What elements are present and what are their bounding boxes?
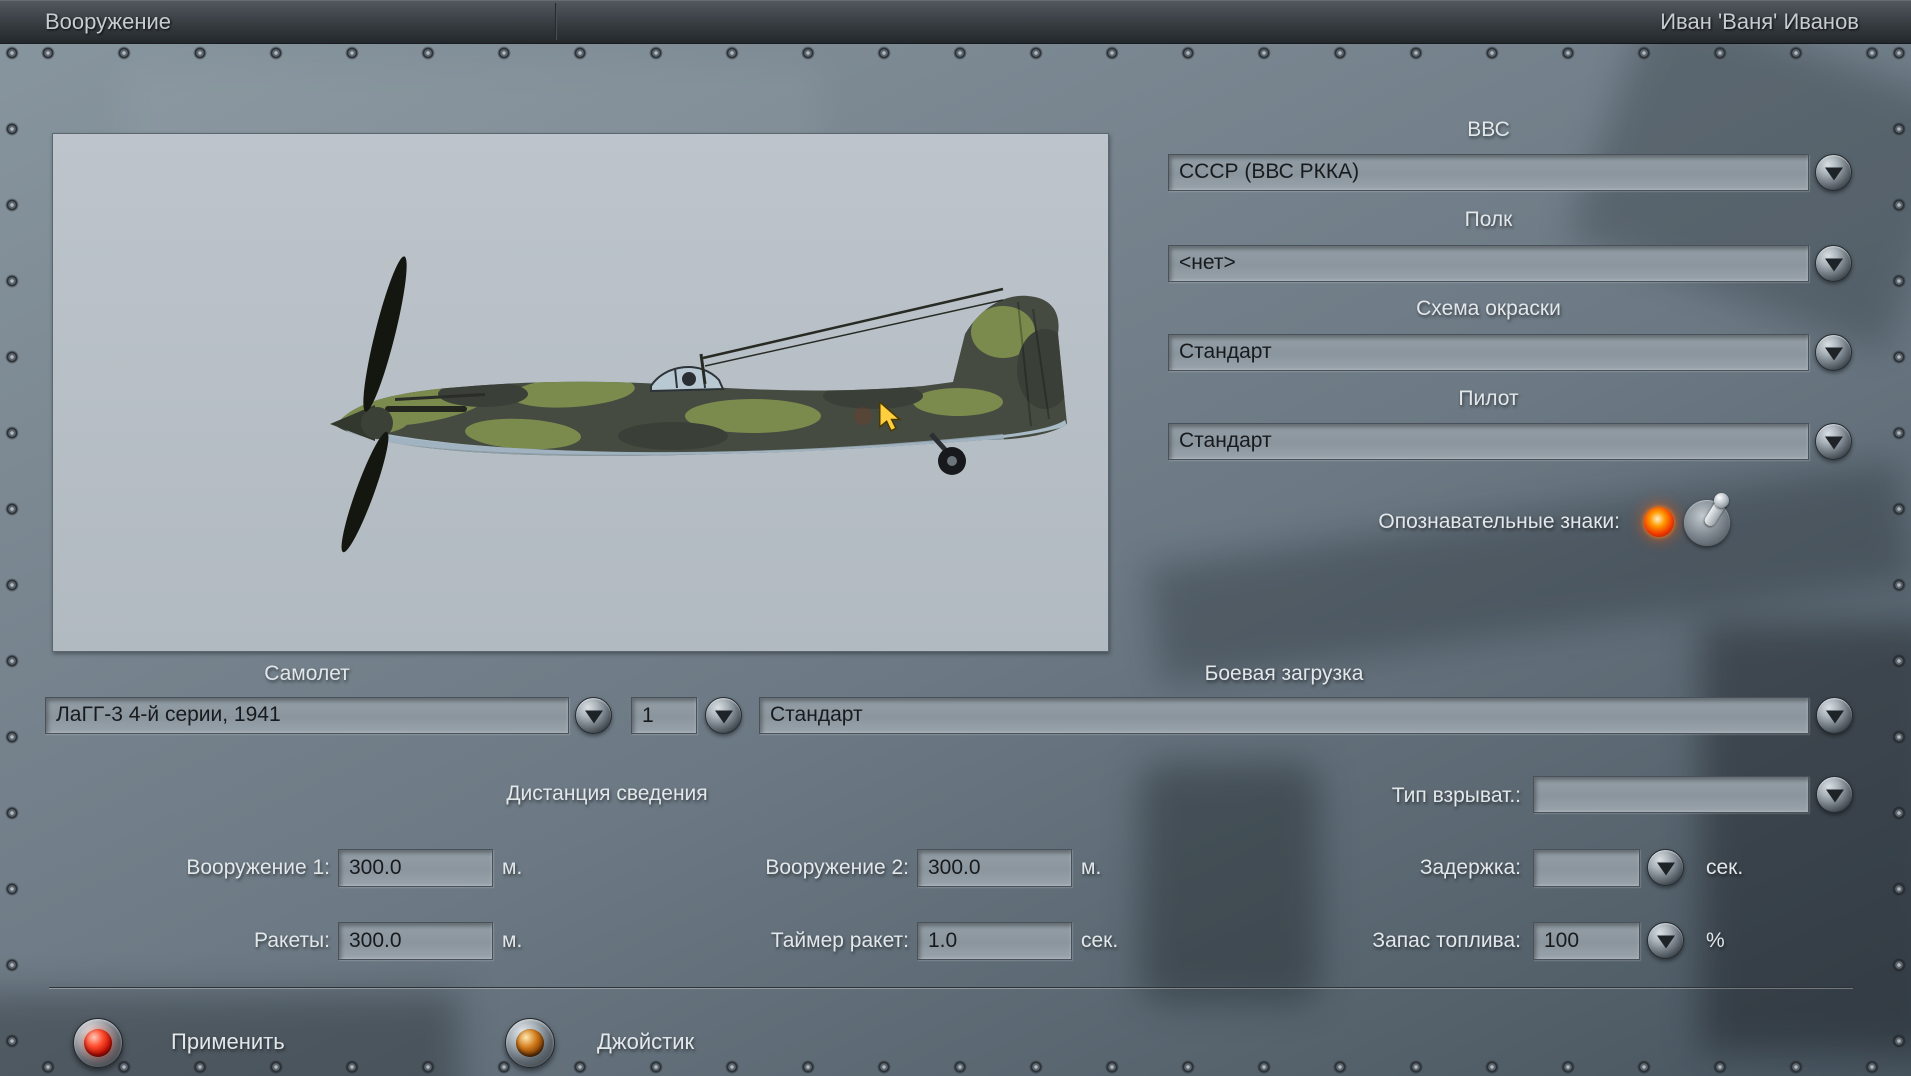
rocket-timer-label: Таймер ракет: [770, 929, 909, 952]
aircraft-count-dropdown-button[interactable] [705, 697, 742, 734]
fuse-type-dropdown-button[interactable] [1816, 776, 1853, 813]
chevron-down-icon [1825, 789, 1844, 803]
aircraft-label: Самолет [264, 662, 350, 685]
vvs-select[interactable]: СССР (ВВС РККА) [1168, 154, 1809, 191]
armament-screen: { "header": { "title": "Вооружение", "pl… [0, 0, 1911, 1076]
screen-title: Вооружение [45, 9, 172, 34]
paint-scheme-label: Схема окраски [1416, 297, 1561, 320]
rocket-timer-input[interactable] [917, 922, 1072, 960]
weapon2-label: Вооружение 2: [765, 856, 909, 879]
aircraft-dropdown-button[interactable] [575, 697, 612, 734]
indicator-lamp-icon [1644, 507, 1674, 537]
chevron-down-icon [1656, 935, 1675, 949]
aircraft-image [330, 256, 1067, 553]
joystick-label[interactable]: Джойстик [597, 1029, 694, 1055]
toggle-knob-icon [1714, 493, 1729, 508]
rockets-unit: м. [502, 929, 523, 952]
main-panel: ВВС СССР (ВВС РККА) Полк <нет> Схема окр… [0, 43, 1911, 1076]
weapon2-unit: м. [1081, 856, 1102, 879]
pilot-select[interactable]: Стандарт [1168, 423, 1809, 460]
top-bar: Вооружение Иван 'Ваня' Иванов [0, 0, 1911, 43]
weapon2-convergence-input[interactable] [917, 849, 1072, 887]
footer-divider [49, 987, 1853, 988]
weapon1-label: Вооружение 1: [186, 856, 330, 879]
screw-strip-top [40, 45, 1880, 61]
rockets-label: Ракеты: [254, 929, 330, 952]
loadout-select[interactable]: Стандарт [759, 697, 1809, 734]
rockets-convergence-input[interactable] [338, 922, 493, 960]
screw-strip-left [4, 45, 20, 1075]
delay-unit: сек. [1706, 856, 1744, 879]
loadout-label: Боевая загрузка [1204, 662, 1364, 685]
vvs-dropdown-button[interactable] [1815, 154, 1852, 191]
paint-scheme-select[interactable]: Стандарт [1168, 334, 1809, 371]
amber-button-icon [516, 1029, 544, 1057]
fuse-type-field[interactable] [1533, 776, 1809, 813]
screw-strip-right [1891, 45, 1907, 1075]
top-bar-divider [555, 3, 557, 40]
pilot-label: Пилот [1458, 387, 1519, 410]
chevron-down-icon [1824, 167, 1843, 181]
screw-strip-bottom [40, 1059, 1880, 1075]
rocket-timer-unit: сек. [1081, 929, 1119, 952]
fuel-label: Запас топлива: [1372, 929, 1521, 952]
chevron-down-icon [1656, 862, 1675, 876]
fuse-type-label: Тип взрыват.: [1391, 784, 1521, 807]
loadout-dropdown-button[interactable] [1816, 697, 1853, 734]
fuel-unit: % [1706, 929, 1725, 952]
red-button-icon [84, 1029, 112, 1057]
chevron-down-icon [584, 710, 603, 724]
chevron-down-icon [1824, 347, 1843, 361]
regiment-select[interactable]: <нет> [1168, 245, 1809, 282]
mouse-cursor [879, 402, 902, 432]
vvs-label: ВВС [1467, 118, 1510, 141]
aircraft-count-field[interactable] [631, 697, 697, 734]
fuel-dropdown-button[interactable] [1647, 922, 1684, 959]
aircraft-select[interactable]: ЛаГГ-3 4-й серии, 1941 [45, 697, 569, 734]
convergence-title: Дистанция сведения [506, 782, 708, 805]
delay-field[interactable] [1533, 849, 1640, 887]
aircraft-preview [52, 133, 1109, 652]
chevron-down-icon [714, 710, 733, 724]
chevron-down-icon [1824, 258, 1843, 272]
chevron-down-icon [1825, 710, 1844, 724]
apply-label[interactable]: Применить [171, 1029, 285, 1055]
paint-scheme-dropdown-button[interactable] [1815, 334, 1852, 371]
markings-label: Опознавательные знаки: [1378, 510, 1620, 533]
fuel-field[interactable] [1533, 922, 1640, 960]
weapon1-unit: м. [502, 856, 523, 879]
delay-dropdown-button[interactable] [1647, 849, 1684, 886]
markings-toggle[interactable] [1638, 493, 1742, 549]
chevron-down-icon [1824, 436, 1843, 450]
regiment-dropdown-button[interactable] [1815, 245, 1852, 282]
pilot-dropdown-button[interactable] [1815, 423, 1852, 460]
player-name: Иван 'Ваня' Иванов [1660, 9, 1859, 34]
weapon1-convergence-input[interactable] [338, 849, 493, 887]
delay-label: Задержка: [1419, 856, 1521, 879]
regiment-label: Полк [1464, 208, 1513, 231]
